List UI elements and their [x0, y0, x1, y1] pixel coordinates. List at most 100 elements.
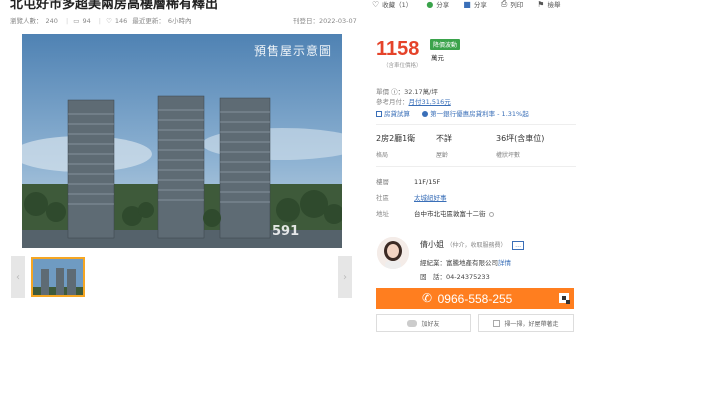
report-button[interactable]: ⚑ 檢舉 [537, 0, 560, 9]
floor-row: 樓層 11F/15F [376, 176, 440, 186]
thumbnail-image [33, 259, 83, 295]
community-row: 社區 太城紐好事 [376, 192, 447, 202]
agent-role: （仲介，收取服務費） [446, 242, 507, 249]
listing-meta: 瀏覽人數： 240 | ▭ 94 | ♡ 146 最近更新： 6小時內 [10, 17, 192, 25]
chat-icon[interactable]: … [512, 241, 525, 250]
scan-icon [493, 319, 501, 327]
price-unit: 萬元 [431, 54, 444, 62]
main-photo[interactable]: 預售屋示意圖 591 [22, 34, 342, 248]
monthly-payment-link[interactable]: 月付31,516元 [409, 98, 451, 106]
agent-name: 倩小姐 [420, 240, 444, 249]
facebook-share-label: 分享 [473, 1, 487, 9]
unit-price-value: ：32.17萬/坪 [397, 88, 438, 96]
report-icon: ⚑ [537, 0, 545, 9]
divider [376, 166, 576, 167]
building-rendering [22, 34, 342, 248]
bank-icon [422, 111, 429, 117]
chevron-right-icon: › [343, 271, 347, 283]
comments-count: 94 [82, 17, 91, 25]
print-label: 列印 [510, 1, 524, 9]
favorite-label: 收藏（1） [382, 1, 413, 9]
heart-icon: ♡ [372, 0, 380, 9]
monthly-label: 參考月付： [376, 98, 409, 106]
spec-age-value: 不詳 [436, 134, 452, 143]
facebook-share-icon: ■ [463, 0, 471, 9]
action-bar: ♡ 收藏（1） ● 分享 ■ 分享 ⎙ 列印 ⚑ 檢舉 [372, 0, 574, 9]
watermark: 591 [272, 224, 300, 239]
photo-thumbnail[interactable] [31, 257, 85, 297]
agent-tel: 04-24375233 [446, 273, 490, 281]
info-icon: ⓘ [389, 88, 398, 96]
comment-icon: ▭ [73, 17, 80, 25]
photo-label: 預售屋示意圖 [253, 44, 332, 58]
unit-price-label: 單價 [376, 88, 389, 96]
agent-photo [377, 237, 409, 269]
photo-next-button[interactable]: › [338, 256, 352, 298]
line-share-icon: ● [426, 0, 434, 9]
scan-qr-button[interactable]: 掃一掃，好屋帶著走 [478, 314, 574, 332]
listing-title: 北屯好市多超美兩房高樓層稀有釋出 [10, 0, 219, 12]
unit-price-line: 單價 ⓘ：32.17萬/坪 [376, 86, 438, 96]
bank-rate-label: 第一銀行優惠房貸利率 - 1.31%起 [430, 110, 529, 118]
spec-age-label: 屋齡 [436, 152, 449, 159]
photo-prev-button[interactable]: ‹ [11, 256, 25, 298]
agent-detail-link[interactable]: 詳情 [498, 259, 511, 267]
agent-name-line: 倩小姐 （仲介，收取服務費） … [420, 239, 525, 250]
price-value: 1158 [376, 38, 420, 60]
updated-value: 6小時內 [167, 17, 192, 25]
line-add-friend-label: 加好友 [421, 320, 440, 328]
address-value: 台中市北屯區敦富十二街 [414, 210, 486, 218]
mortgage-calc-link[interactable]: 房貸試算 [376, 110, 410, 118]
spec-layout: 2房2廳1衛 格局 [376, 133, 436, 159]
monthly-line: 參考月付：月付31,516元 [376, 96, 451, 106]
phone-icon: ✆ [422, 291, 433, 305]
line-share-label: 分享 [436, 1, 450, 9]
line-add-friend-button[interactable]: 加好友 [376, 314, 471, 332]
post-date: 刊登日：2022-03-07 [293, 17, 357, 25]
line-icon [407, 319, 418, 327]
favorite-button[interactable]: ♡ 收藏（1） [372, 0, 412, 9]
spec-age: 不詳 屋齡 [436, 133, 496, 159]
address-label: 地址 [376, 210, 389, 218]
avatar [377, 237, 409, 269]
mortgage-calc-label: 房貸試算 [384, 110, 410, 118]
chevron-left-icon: ‹ [16, 271, 20, 283]
scan-qr-label: 掃一掃，好屋帶著走 [504, 320, 559, 328]
views-label: 瀏覽人數： [10, 17, 43, 25]
updated-label: 最近更新： [132, 17, 165, 25]
spec-layout-value: 2房2廳1衛 [376, 134, 416, 143]
spec-area: 36坪(含車位) 權狀坪數 [496, 133, 556, 159]
print-icon: ⎙ [500, 0, 508, 8]
print-button[interactable]: ⎙ 列印 [501, 0, 523, 9]
spec-summary: 2房2廳1衛 格局 不詳 屋齡 36坪(含車位) 權狀坪數 [376, 133, 556, 159]
favorites-count: 146 [114, 17, 128, 25]
map-pin-icon[interactable] [488, 212, 494, 217]
line-share-button[interactable]: ● 分享 [426, 0, 449, 9]
agent-company-line: 經紀業：富騰地產有限公司詳情 [420, 257, 511, 267]
phone-number: 0966-558-255 [437, 291, 513, 306]
qr-code-icon[interactable] [558, 292, 570, 304]
address-row: 地址 台中市北屯區敦富十二街 [376, 208, 494, 218]
views-count: 240 [45, 17, 58, 25]
spec-area-value: 36坪(含車位) [496, 134, 545, 143]
price-note: （含車位價格） [383, 63, 422, 69]
divider [376, 124, 576, 125]
agent-tel-label: 固 話： [420, 273, 446, 281]
bank-rate-link[interactable]: 第一銀行優惠房貸利率 - 1.31%起 [422, 110, 529, 118]
loan-line: 房貸試算 第一銀行優惠房貸利率 - 1.31%起 [376, 108, 529, 118]
agent-tel-line: 固 話：04-24375233 [420, 271, 490, 281]
floor-label: 樓層 [376, 178, 389, 186]
spec-layout-label: 格局 [376, 152, 389, 159]
price-box: 1158 降價波動 萬元 （含車位價格） [376, 38, 461, 69]
favorite-icon: ♡ [106, 17, 112, 25]
floor-value: 11F/15F [414, 178, 441, 186]
facebook-share-button[interactable]: ■ 分享 [463, 0, 487, 9]
agent-company: 經紀業：富騰地產有限公司 [420, 259, 498, 267]
price-drop-badge[interactable]: 降價波動 [430, 39, 461, 50]
calculator-icon [376, 111, 382, 117]
community-link[interactable]: 太城紐好事 [414, 194, 447, 202]
community-label: 社區 [376, 194, 389, 202]
spec-area-label: 權狀坪數 [496, 152, 521, 159]
phone-button[interactable]: ✆ 0966-558-255 [376, 288, 574, 309]
report-label: 檢舉 [547, 1, 561, 9]
